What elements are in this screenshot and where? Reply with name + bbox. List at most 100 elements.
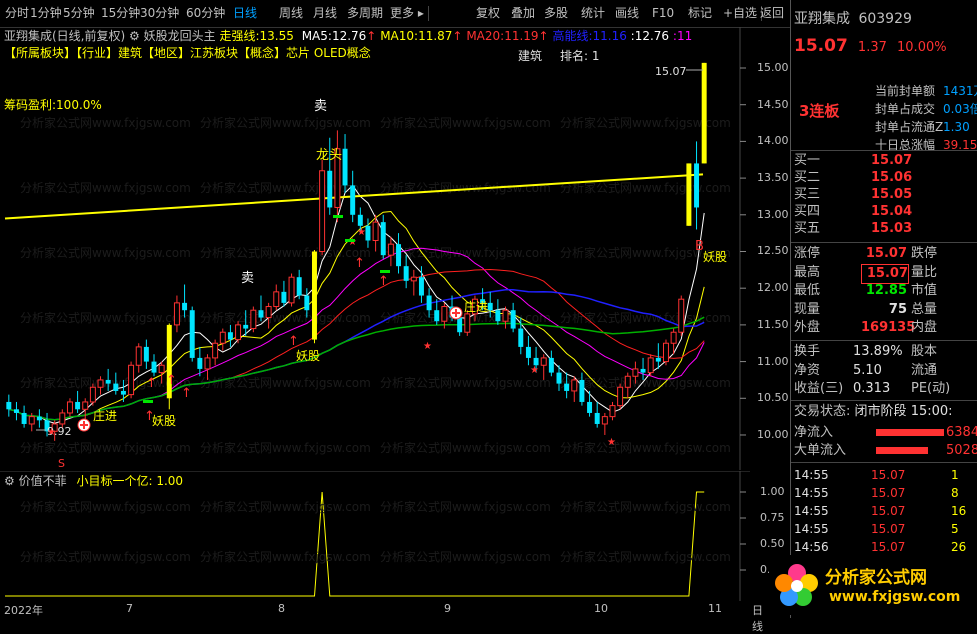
rank-block: 排名: 1 <box>560 47 600 64</box>
kline-chart-area[interactable]: 分析家公式网www.fxjgsw.com 分析家公式网www.fxjgsw.com… <box>0 27 750 470</box>
tick-price: 15.07 <box>871 504 906 518</box>
stat-value: 75 <box>888 301 907 317</box>
toolbar-btn-10[interactable]: 更多 ▸ <box>390 4 424 23</box>
stat-label2: 量比 <box>911 264 938 280</box>
candle <box>219 328 226 351</box>
candle <box>342 134 348 193</box>
watermark-text: 分析家公式网www.fxjgsw.com <box>560 440 731 455</box>
red-arrow-icon: ↑ <box>288 334 299 349</box>
net-inflow-label: 净流入 <box>794 425 834 440</box>
kline-chart[interactable]: 分析家公式网www.fxjgsw.com 分析家公式网www.fxjgsw.com… <box>0 27 750 470</box>
limit-info-label: 封单占成交 <box>875 102 936 116</box>
limit-info-value: 1431万 <box>943 84 977 98</box>
tick-volume: 8 <box>951 486 959 500</box>
rank-label: 排名: <box>560 49 589 63</box>
candle <box>281 280 287 307</box>
candle <box>273 284 280 311</box>
trade-status: 交易状态: 闭市阶段 15:00: <box>794 403 977 421</box>
stat-label2: 跌停 <box>911 246 938 261</box>
toolbar-btn-13[interactable]: 多股 <box>544 4 568 23</box>
toolbar-btn-9[interactable]: 多周期 <box>347 4 383 23</box>
toolbar-btn-4[interactable]: 30分钟 <box>140 4 179 23</box>
divider <box>791 400 977 401</box>
chart-title-line: 亚翔集成(日线,前复权) ⚙ 妖股龙回头主 走强线:13.55 MA5:12.7… <box>4 27 692 44</box>
candle <box>350 170 356 223</box>
profit-text: 筹码盈利:100.0% <box>4 98 102 112</box>
toolbar-btn-12[interactable]: 叠加 <box>511 4 535 23</box>
toolbar-btn-15[interactable]: 画线 <box>615 4 639 23</box>
limit-up-streak: 3连板 <box>799 102 840 120</box>
indicator-gear-icon[interactable]: ⚙ <box>4 474 15 488</box>
candle <box>387 236 394 267</box>
tick-price: 15.07 <box>871 468 906 482</box>
toolbar-btn-0[interactable]: 分时 <box>5 4 29 23</box>
ma20-value: 11.19 <box>504 29 539 43</box>
stat-label2: 内盘 <box>911 320 938 335</box>
limit-info-value: 0.03倍 <box>943 102 977 116</box>
red-star-icon: ★ <box>357 227 366 238</box>
toolbar-btn-2[interactable]: 5分钟 <box>63 4 95 23</box>
bid-label: 买五 <box>794 221 821 236</box>
candle <box>609 401 616 421</box>
stat-label: 最高 <box>794 264 821 280</box>
candle <box>296 269 302 300</box>
stat-value: 15.07 <box>865 246 907 261</box>
candle <box>173 295 180 333</box>
max-price-label: 15.07 <box>655 65 687 78</box>
date-label: 11 <box>708 602 722 615</box>
toolbar-btn-17[interactable]: 标记 <box>688 4 712 23</box>
indicator-area[interactable]: 分析家公式网www.fxjgsw.com 分析家公式网www.fxjgsw.com… <box>0 471 750 601</box>
toolbar-btn-6[interactable]: 日线 <box>233 4 257 23</box>
tick-price: 15.07 <box>871 540 906 554</box>
tick-price: 15.07 <box>871 486 906 500</box>
trade-status-time: 15:00: <box>910 404 953 419</box>
watermark-text: 分析家公式网www.fxjgsw.com <box>200 499 371 514</box>
tick-price: 15.07 <box>871 522 906 536</box>
strong-line-label: 走强线: <box>219 29 260 43</box>
price-tick: 11.50 <box>757 317 789 331</box>
price-tick: 14.00 <box>757 134 789 148</box>
candle <box>403 255 409 289</box>
watermark-text: 分析家公式网www.fxjgsw.com <box>20 180 191 195</box>
watermark-text: 分析家公式网www.fxjgsw.com <box>20 440 191 455</box>
extra2-value: :11 <box>672 29 693 43</box>
red-arrow-icon: ↑ <box>354 256 365 271</box>
zhuangjin-label-2: 庄进 <box>464 299 488 314</box>
up-arrow-icon: ↑ <box>538 29 549 43</box>
stat-value: 15.07 <box>861 263 909 284</box>
stat2-label: 收益(三) <box>794 381 844 396</box>
candle <box>601 412 608 435</box>
price-tick: 11.00 <box>757 354 789 368</box>
toolbar-btn-11[interactable]: 复权 <box>476 4 500 23</box>
candle <box>36 409 42 428</box>
bid-price: 15.07 <box>871 153 913 168</box>
stat-label: 涨停 <box>794 246 821 261</box>
toolbar-btn-8[interactable]: 月线 <box>313 4 337 23</box>
stat2-label2: 股本 <box>911 344 938 359</box>
indicator-chart[interactable]: 分析家公式网www.fxjgsw.com 分析家公式网www.fxjgsw.com… <box>0 471 750 601</box>
watermark-text: 分析家公式网www.fxjgsw.com <box>20 499 191 514</box>
stat2-value: 13.89% <box>853 344 903 359</box>
toolbar-btn-7[interactable]: 周线 <box>279 4 303 23</box>
green-dash-mark <box>345 239 355 242</box>
indicator-name[interactable]: 妖股龙回头主 <box>144 29 216 43</box>
watermark-text: 分析家公式网www.fxjgsw.com <box>560 499 731 514</box>
stat-value: 12.85 <box>865 283 907 298</box>
stat-label: 外盘 <box>794 320 821 335</box>
toolbar-btn-3[interactable]: 15分钟 <box>101 4 140 23</box>
ma5-value: 12.76 <box>331 29 367 43</box>
indicator-name[interactable]: 价值不菲 <box>19 474 67 488</box>
settings-icon[interactable]: ⚙ <box>129 29 140 43</box>
candle <box>288 273 295 307</box>
toolbar-btn-5[interactable]: 60分钟 <box>186 4 225 23</box>
indicator-tick: 0.50 <box>760 537 785 550</box>
toolbar-btn-16[interactable]: F10 <box>652 4 674 23</box>
red-star-icon: ★ <box>423 341 432 352</box>
stat2-label: 净资 <box>794 362 821 378</box>
toolbar-btn-14[interactable]: 统计 <box>581 4 605 23</box>
price-tick: 14.50 <box>757 97 789 111</box>
toolbar-btn-1[interactable]: 1分钟 <box>30 4 62 23</box>
toolbar-btn-18[interactable]: +自选 <box>723 4 757 23</box>
candle <box>686 163 692 226</box>
toolbar-btn-19[interactable]: 返回 <box>760 4 784 23</box>
